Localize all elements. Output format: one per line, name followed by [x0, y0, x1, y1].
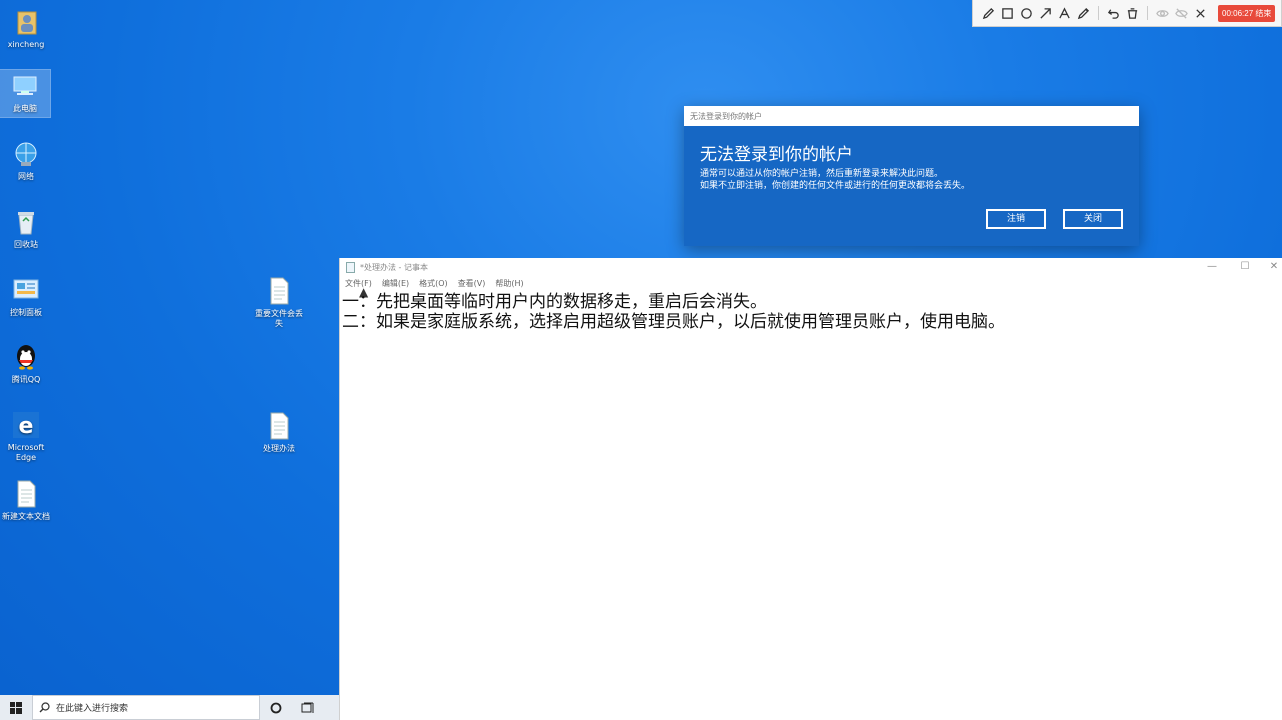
desktop-icon-label: 重要文件会丢失 — [255, 309, 303, 328]
desktop-icon-new-text-doc[interactable]: 新建文本文档 — [0, 478, 52, 522]
taskbar-search-box[interactable]: 在此键入进行搜索 — [32, 695, 260, 720]
desktop-icon-label: 腾讯QQ — [11, 375, 41, 384]
desktop-icon-qq[interactable]: 腾讯QQ — [0, 341, 52, 385]
dialog-message-line2: 如果不立即注销，你创建的任何文件或进行的任何更改都将会丢失。 — [700, 181, 971, 191]
login-error-dialog: 无法登录到你的帐户 无法登录到你的帐户 通常可以通过从你的帐户注销，然后重新登录… — [684, 106, 1139, 246]
desktop-icon-solution[interactable]: 处理办法 — [253, 410, 305, 454]
recycle-bin-icon — [10, 206, 42, 238]
text-line: 一：先把桌面等临时用户内的数据移走，重启后会消失。 — [342, 292, 767, 312]
desktop-icon-label: 新建文本文档 — [2, 512, 50, 521]
menu-edit[interactable]: 编辑(E) — [382, 278, 409, 289]
network-icon — [10, 138, 42, 170]
notepad-title: *处理办法 - 记事本 — [360, 262, 428, 272]
text-file-icon — [10, 478, 42, 510]
desktop-icon-label: 此电脑 — [13, 104, 37, 113]
desktop-icon-label: 回收站 — [14, 240, 38, 249]
windows-logo-icon — [10, 701, 22, 714]
search-placeholder: 在此键入进行搜索 — [56, 704, 129, 714]
start-button[interactable] — [0, 695, 32, 720]
edge-icon: e — [10, 409, 42, 441]
toolbar-separator — [1147, 6, 1148, 20]
desktop-icon-label: 处理办法 — [263, 444, 295, 453]
qq-icon — [10, 341, 42, 373]
notepad-titlebar[interactable]: *处理办法 - 记事本 — ☐ ✕ — [340, 258, 1282, 276]
circle-icon[interactable] — [1017, 3, 1036, 23]
close-icon[interactable] — [1191, 3, 1210, 23]
pen-icon[interactable] — [979, 3, 998, 23]
search-icon — [39, 702, 50, 713]
notepad-window: *处理办法 - 记事本 — ☐ ✕ 文件(F) 编辑(E) 格式(O) 查看(V… — [339, 258, 1282, 720]
desktop-icon-user-folder[interactable]: xincheng — [0, 6, 52, 50]
taskbar: 在此键入进行搜索 — [0, 695, 339, 720]
close-window-icon[interactable]: ✕ — [1259, 260, 1282, 274]
text-icon[interactable] — [1055, 3, 1074, 23]
text-file-icon — [263, 410, 295, 442]
maximize-icon[interactable]: ☐ — [1230, 260, 1260, 274]
control-panel-icon — [10, 274, 42, 306]
this-pc-icon — [9, 70, 41, 102]
text-file-icon — [263, 275, 295, 307]
dialog-message-line1: 通常可以通过从你的帐户注销，然后重新登录来解决此问题。 — [700, 169, 944, 179]
eye-icon[interactable] — [1153, 3, 1172, 23]
dialog-heading: 无法登录到你的帐户 — [700, 145, 853, 165]
menu-format[interactable]: 格式(O) — [419, 278, 448, 289]
dialog-titlebar: 无法登录到你的帐户 — [684, 106, 1139, 126]
eye-off-icon[interactable] — [1172, 3, 1191, 23]
minimize-icon[interactable]: — — [1197, 260, 1227, 274]
text-line: 二：如果是家庭版系统，选择启用超级管理员账户，以后就使用管理员账户，使用电脑。 — [342, 312, 1005, 332]
recording-timer-stop-button[interactable]: 00:06:27 结束 — [1218, 4, 1276, 22]
desktop-icon-network[interactable]: 网络 — [0, 138, 52, 182]
desktop-icon-recycle-bin[interactable]: 回收站 — [0, 206, 52, 250]
notepad-text-area[interactable]: 一：先把桌面等临时用户内的数据移走，重启后会消失。 二：如果是家庭版系统，选择启用… — [342, 292, 1272, 332]
menu-view[interactable]: 查看(V) — [458, 278, 486, 289]
trash-icon[interactable] — [1123, 3, 1142, 23]
screen-recorder-toolbar: 00:06:27 结束 — [972, 0, 1282, 27]
user-folder-icon — [10, 6, 42, 38]
desktop-icon-edge[interactable]: e Microsoft Edge — [0, 409, 52, 463]
cortana-icon[interactable] — [260, 695, 292, 720]
desktop-icon-control-panel[interactable]: 控制面板 — [0, 274, 52, 318]
notepad-menubar: 文件(F) 编辑(E) 格式(O) 查看(V) 帮助(H) — [340, 276, 1282, 290]
desktop-icon-important-files[interactable]: 重要文件会丢失 — [253, 275, 305, 329]
desktop-icon-this-pc[interactable]: 此电脑 — [0, 69, 51, 118]
menu-help[interactable]: 帮助(H) — [495, 278, 523, 289]
notepad-icon — [346, 261, 355, 273]
toolbar-separator — [1098, 6, 1099, 20]
undo-icon[interactable] — [1104, 3, 1123, 23]
highlighter-icon[interactable] — [1074, 3, 1093, 23]
task-view-icon[interactable] — [292, 695, 324, 720]
arrow-icon[interactable] — [1036, 3, 1055, 23]
desktop-icon-label: 控制面板 — [10, 308, 42, 317]
desktop-icon-label: Microsoft Edge — [7, 443, 45, 462]
rectangle-icon[interactable] — [998, 3, 1017, 23]
close-button[interactable]: 关闭 — [1063, 209, 1123, 229]
signout-button[interactable]: 注销 — [986, 209, 1046, 229]
svg-text:e: e — [19, 414, 34, 439]
desktop-icon-label: 网络 — [18, 172, 34, 181]
desktop-icon-label: xincheng — [7, 40, 45, 49]
